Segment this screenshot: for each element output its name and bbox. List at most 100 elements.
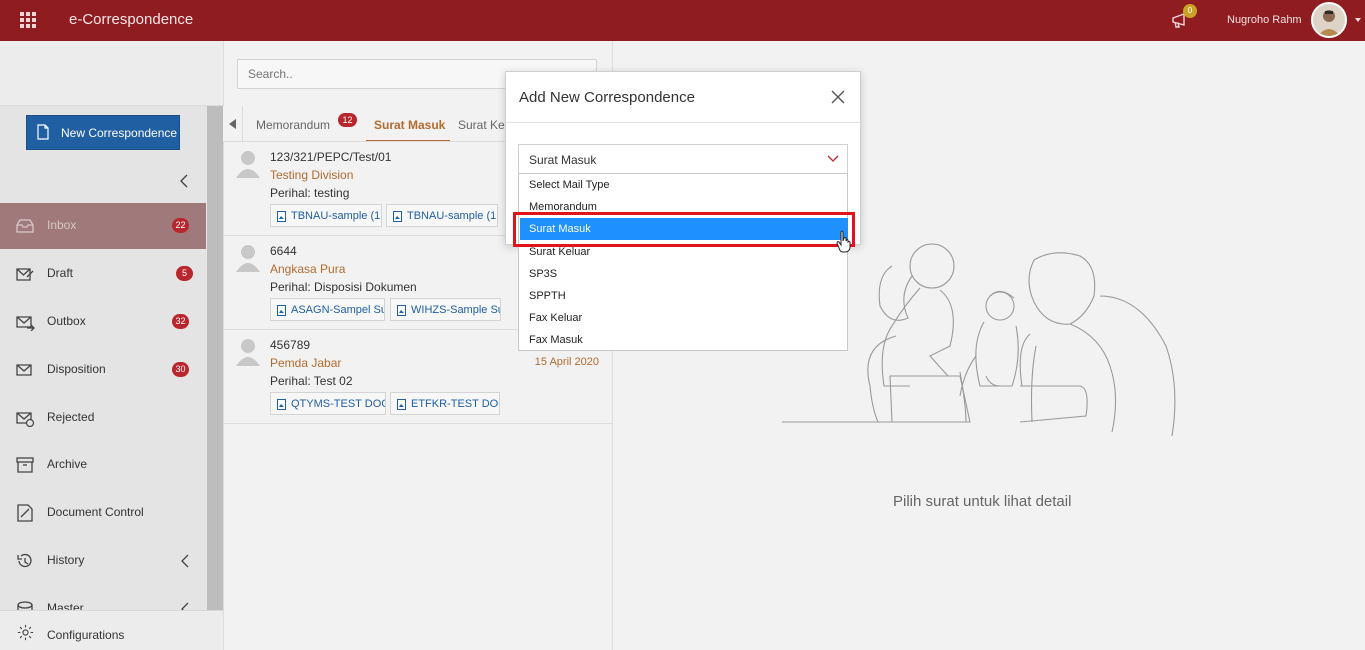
sidebar-item-label: Master bbox=[47, 601, 84, 610]
attachment-chip[interactable]: TBNAU-sample (1 bbox=[386, 204, 498, 227]
attachment-chip[interactable]: ETFKR-TEST DOC. bbox=[390, 392, 500, 415]
tab-label: Surat Masuk bbox=[374, 118, 446, 132]
person-avatar-icon bbox=[236, 245, 260, 272]
new-document-icon bbox=[37, 124, 49, 140]
letter-date: 15 April 2020 bbox=[534, 356, 599, 368]
sidebar-item-master[interactable]: Master bbox=[0, 586, 206, 610]
chevron-left-icon bbox=[181, 554, 189, 568]
chevron-down-icon bbox=[827, 155, 839, 162]
option-fax-keluar[interactable]: Fax Keluar bbox=[520, 307, 848, 329]
mail-type-select[interactable]: Surat Masuk bbox=[518, 144, 848, 174]
gear-icon bbox=[17, 624, 34, 641]
inbox-icon bbox=[16, 219, 34, 233]
tab-label: Memorandum bbox=[256, 118, 331, 132]
letter-subject: Perihal: testing bbox=[270, 186, 350, 200]
close-icon[interactable] bbox=[830, 89, 846, 105]
tabs-scroll-left-button[interactable] bbox=[223, 106, 243, 141]
sidebar-item-label: Rejected bbox=[47, 410, 95, 424]
chevron-left-icon bbox=[181, 602, 189, 610]
rejected-icon bbox=[16, 412, 35, 427]
file-image-icon bbox=[277, 211, 286, 222]
collapse-sidebar-chevron-icon[interactable] bbox=[177, 173, 191, 189]
document-control-icon bbox=[17, 504, 33, 522]
option-surat-masuk[interactable]: Surat Masuk bbox=[520, 218, 848, 240]
option-label: Fax Keluar bbox=[529, 312, 583, 324]
sidebar-item-inbox[interactable]: Inbox 22 bbox=[0, 203, 206, 249]
sidebar-item-label: Inbox bbox=[47, 218, 77, 232]
new-correspondence-button[interactable]: New Correspondence bbox=[26, 115, 180, 150]
option-memorandum[interactable]: Memorandum bbox=[520, 196, 848, 218]
sidebar-item-rejected[interactable]: Rejected bbox=[0, 395, 206, 441]
letter-subject: Perihal: Disposisi Dokumen bbox=[270, 280, 417, 294]
sidebar-item-label: Draft bbox=[47, 266, 74, 280]
sender-org: Angkasa Pura bbox=[270, 262, 346, 276]
sidebar-item-configurations[interactable]: Configurations bbox=[0, 610, 223, 650]
tab-memorandum[interactable]: Memorandum 12 bbox=[256, 106, 366, 141]
letter-number: 123/321/PEPC/Test/01 bbox=[270, 150, 392, 164]
avatar[interactable] bbox=[1311, 2, 1347, 38]
attachment-chip[interactable]: WIHZS-Sample Su bbox=[390, 298, 501, 321]
disposition-count-badge: 30 bbox=[172, 362, 189, 377]
inbox-count-badge: 22 bbox=[172, 218, 189, 233]
sidebar-item-archive[interactable]: Archive bbox=[0, 442, 206, 488]
file-image-icon bbox=[277, 305, 286, 316]
option-select-mail-type[interactable]: Select Mail Type bbox=[520, 174, 848, 196]
sidebar-item-label: History bbox=[47, 553, 85, 567]
option-sppth[interactable]: SPPTH bbox=[520, 285, 848, 307]
sidebar-item-label: Document Control bbox=[47, 505, 144, 519]
new-correspondence-label: New Correspondence bbox=[61, 126, 178, 140]
sender-org: Pemda Jabar bbox=[270, 356, 342, 370]
sidebar-scrollbar[interactable] bbox=[207, 106, 223, 610]
empty-detail-message: Pilih surat untuk lihat detail bbox=[893, 493, 1072, 510]
sidebar-header-area bbox=[0, 41, 223, 106]
file-image-icon bbox=[393, 211, 402, 222]
master-icon bbox=[17, 601, 33, 610]
sender-org: Testing Division bbox=[270, 168, 354, 182]
outbox-icon bbox=[16, 316, 35, 331]
option-label: Fax Masuk bbox=[529, 334, 583, 346]
modal-title: Add New Correspondence bbox=[519, 89, 695, 106]
attachment-chip[interactable]: ASAGN-Sampel Su bbox=[270, 298, 385, 321]
archive-icon bbox=[16, 457, 34, 473]
attachment-name: WIHZS-Sample Su bbox=[411, 304, 501, 316]
letter-number: 456789 bbox=[270, 338, 311, 352]
sidebar-item-disposition[interactable]: Disposition 30 bbox=[0, 347, 206, 393]
option-sp3s[interactable]: SP3S bbox=[520, 263, 848, 285]
tab-surat-masuk[interactable]: Surat Masuk bbox=[366, 106, 450, 141]
top-bar: e-Correspondence 0 Nugroho Rahm bbox=[0, 0, 1365, 41]
app-title: e-Correspondence bbox=[69, 11, 194, 28]
file-image-icon bbox=[397, 399, 406, 410]
memorandum-count-badge: 12 bbox=[338, 113, 357, 127]
sidebar-item-outbox[interactable]: Outbox 32 bbox=[0, 299, 206, 345]
caret-left-icon bbox=[229, 119, 236, 129]
option-label: Select Mail Type bbox=[529, 179, 610, 191]
attachment-chip[interactable]: QTYMS-TEST DOC. bbox=[270, 392, 386, 415]
option-label: SP3S bbox=[529, 268, 558, 280]
attachment-chip[interactable]: TBNAU-sample (1 bbox=[270, 204, 382, 227]
draft-icon bbox=[16, 268, 34, 281]
sidebar-item-draft[interactable]: Draft 5 bbox=[0, 251, 206, 297]
user-menu-caret-icon[interactable] bbox=[1355, 18, 1361, 22]
user-photo-icon bbox=[1313, 4, 1345, 36]
person-avatar-icon bbox=[236, 151, 260, 178]
user-name[interactable]: Nugroho Rahm bbox=[1227, 14, 1302, 26]
option-fax-masuk[interactable]: Fax Masuk bbox=[520, 329, 848, 351]
person-avatar-icon bbox=[236, 339, 260, 366]
option-surat-keluar[interactable]: Surat Keluar bbox=[520, 241, 848, 263]
mail-type-dropdown: Select Mail Type Memorandum Surat Masuk … bbox=[518, 173, 848, 351]
disposition-icon bbox=[16, 364, 32, 376]
file-image-icon bbox=[277, 399, 286, 410]
attachment-name: ASAGN-Sampel Su bbox=[291, 304, 385, 316]
sidebar-item-document-control[interactable]: Document Control bbox=[0, 490, 206, 536]
sidebar-item-label: Disposition bbox=[47, 362, 106, 376]
sidebar-item-label: Outbox bbox=[47, 314, 86, 328]
mail-type-select-value: Surat Masuk bbox=[529, 153, 597, 167]
history-icon bbox=[17, 553, 32, 568]
option-label: Surat Masuk bbox=[529, 223, 591, 235]
option-label: SPPTH bbox=[529, 290, 566, 302]
option-label: Memorandum bbox=[529, 201, 597, 213]
apps-grid-icon[interactable] bbox=[20, 12, 36, 28]
option-label: Surat Keluar bbox=[529, 246, 591, 258]
sidebar-item-history[interactable]: History bbox=[0, 538, 206, 584]
attachment-name: QTYMS-TEST DOC. bbox=[291, 398, 386, 410]
